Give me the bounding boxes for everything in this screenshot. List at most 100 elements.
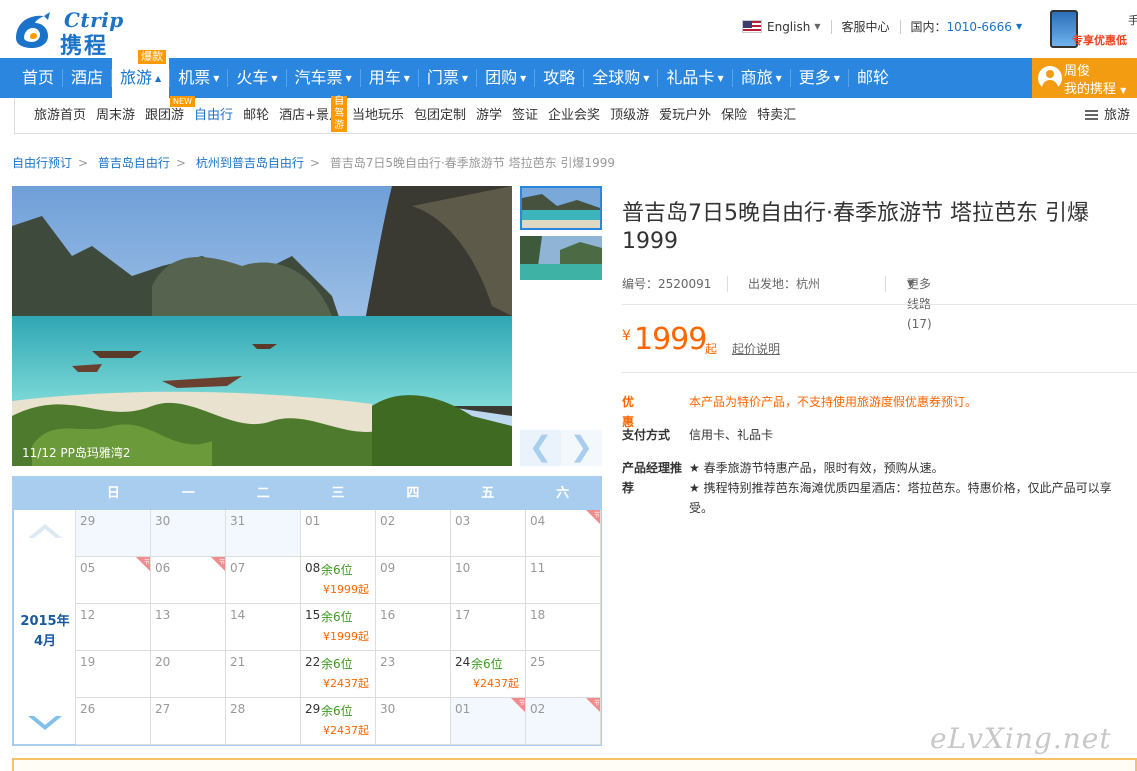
breadcrumb-link[interactable]: 自由行预订: [12, 156, 72, 170]
price-explanation-link[interactable]: 起价说明: [732, 340, 780, 357]
calendar-day: 02: [376, 510, 451, 557]
us-flag-icon: [742, 20, 762, 33]
photo-thumbnail[interactable]: [520, 186, 602, 230]
subnav-item[interactable]: 包团定制: [414, 98, 466, 134]
promo-top-text: 手: [1128, 14, 1137, 27]
day-number: 05: [80, 561, 96, 575]
chevron-down-icon[interactable]: [26, 714, 64, 734]
subnav-item[interactable]: 酒店+景点 自驾游: [279, 96, 348, 134]
calendar-day: 06 节: [151, 557, 226, 604]
app-promo-banner[interactable]: 手 专享优惠低: [1042, 8, 1137, 50]
chevron-down-icon: ▼: [833, 73, 840, 83]
calendar-day: 31: [226, 510, 301, 557]
day-number: 22: [305, 655, 321, 669]
chevron-down-icon: ▼: [345, 73, 352, 83]
payment-label: 支付方式: [622, 428, 671, 442]
service-center-link[interactable]: 客服中心: [842, 18, 890, 35]
subnav-item[interactable]: 顶级游: [610, 98, 649, 134]
promo-text: 专享优惠低: [1072, 34, 1127, 47]
subnav-item[interactable]: 企业会奖: [548, 98, 600, 134]
day-number: 03: [455, 514, 471, 528]
booking-panel-top: [12, 758, 1137, 771]
day-number: 17: [455, 608, 471, 622]
nav-item[interactable]: 用车 ▼: [361, 58, 418, 98]
tour-menu-toggle[interactable]: 旅游: [1085, 98, 1130, 134]
subnav-item[interactable]: 自由行 NEW: [170, 96, 233, 134]
nav-item[interactable]: 火车 ▼: [228, 58, 285, 98]
subnav-item[interactable]: 当地玩乐: [352, 98, 404, 134]
subnav-item[interactable]: 游学: [476, 98, 502, 134]
nav-item[interactable]: 礼品卡 ▼: [658, 58, 731, 98]
nav-item[interactable]: 汽车票 ▼: [287, 58, 360, 98]
nav-item[interactable]: 旅游 ▲ 爆款: [112, 50, 170, 98]
nav-item[interactable]: 门票 ▼: [419, 58, 476, 98]
holiday-corner-icon: 节: [586, 510, 600, 524]
subnav-item[interactable]: 旅游首页: [34, 98, 86, 134]
calendar-day: 12: [76, 604, 151, 651]
my-ctrip-menu[interactable]: 周俊 我的携程 ▼: [1032, 58, 1137, 98]
gallery-next-button[interactable]: ❯: [561, 430, 602, 466]
main-photo[interactable]: [12, 186, 512, 466]
calendar-day: 18: [526, 604, 601, 651]
thumbnail-image: [522, 188, 600, 228]
calendar-day-available[interactable]: 29 余6位 ¥2437起: [301, 698, 376, 745]
nav-item[interactable]: 酒店: [63, 58, 111, 98]
my-ctrip-label: 我的携程 ▼: [1064, 82, 1127, 97]
phone-label: 国内：: [910, 20, 947, 34]
subnav-item[interactable]: 保险: [721, 98, 747, 134]
holiday-mark: 节: [519, 699, 525, 707]
subnav-item[interactable]: 特卖汇: [757, 98, 796, 134]
nav-item[interactable]: 邮轮: [849, 58, 897, 98]
language-selector[interactable]: English: [767, 20, 810, 34]
day-price: ¥1999起: [323, 583, 369, 596]
chevron-down-icon: ▼: [717, 73, 724, 83]
day-number: 29: [80, 514, 96, 528]
nav-item[interactable]: 首页: [14, 58, 62, 98]
calendar-day-available[interactable]: 08 余6位 ¥1999起: [301, 557, 376, 604]
subnav-item[interactable]: 签证: [512, 98, 538, 134]
promo-row: 优惠 本产品为特价产品，不支持使用旅游度假优惠券预订。: [622, 392, 1134, 429]
day-number: 02: [380, 514, 396, 528]
day-number: 30: [155, 514, 171, 528]
recommend-row: 产品经理推荐 ★ 春季旅游节特惠产品，限时有效，预购从速。 ★ 携程特别推荐芭东…: [622, 458, 1134, 518]
nav-item[interactable]: 团购 ▼: [477, 58, 534, 98]
calendar-day: 30: [376, 698, 451, 745]
calendar-day-available[interactable]: 22 余6位 ¥2437起: [301, 651, 376, 698]
day-number: 15: [305, 608, 321, 622]
calendar-day-available[interactable]: 15 余6位 ¥1999起: [301, 604, 376, 651]
calendar-day: 17: [451, 604, 526, 651]
calendar-day-available[interactable]: 24 余6位 ¥2437起: [451, 651, 526, 698]
subnav-item[interactable]: 周末游: [96, 98, 135, 134]
breadcrumb-link[interactable]: 杭州到普吉岛自由行: [196, 156, 304, 170]
chevron-up-icon[interactable]: [26, 520, 64, 540]
day-number: 09: [380, 561, 396, 575]
calendar-day: 21: [226, 651, 301, 698]
calendar-day: 14: [226, 604, 301, 651]
nav-item[interactable]: 攻略: [535, 58, 583, 98]
calendar-grid: 29 30 31 01 02 03 04 节 05 节 06 节 07 08 余6位 ¥1999起 09 10 11…: [76, 510, 601, 745]
calendar-day: 19: [76, 651, 151, 698]
photo-thumbnail[interactable]: [520, 236, 602, 280]
chevron-down-icon: ▼: [403, 73, 410, 83]
promo-text: 本产品为特价产品，不支持使用旅游度假优惠券预订。: [689, 395, 978, 409]
top-links: English ▼ 客服中心 国内： 1010-6666 ▼: [742, 18, 1022, 35]
nav-item[interactable]: 商旅 ▼: [733, 58, 790, 98]
ctrip-logo[interactable]: Ctrip 携程: [10, 4, 132, 59]
chevron-down-icon: ▼: [814, 22, 821, 31]
gallery-prev-button[interactable]: ❮: [520, 430, 561, 466]
nav-item[interactable]: 更多 ▼: [791, 58, 848, 98]
subnav-item[interactable]: 邮轮: [243, 98, 269, 134]
day-number: 16: [380, 608, 396, 622]
day-number: 14: [230, 608, 246, 622]
calendar-weekday: 五: [481, 486, 495, 501]
seats-left: 余6位: [321, 563, 353, 577]
nav-item[interactable]: 机票 ▼: [170, 58, 227, 98]
holiday-corner-icon: 节: [136, 557, 150, 571]
subnav-item[interactable]: 爱玩户外: [659, 98, 711, 134]
sub-navigation: 旅游首页 周末游 跟团游 自由行 NEW 邮轮 酒店+景点 自驾游 当地玩乐 包团定制 游学 签证 企业…: [14, 96, 1137, 134]
nav-item[interactable]: 全球购 ▼: [584, 58, 657, 98]
breadcrumb-link[interactable]: 普吉岛自由行: [98, 156, 170, 170]
day-number: 01: [305, 514, 321, 528]
phone-number[interactable]: 1010-6666: [947, 20, 1012, 34]
calendar-day: 20: [151, 651, 226, 698]
